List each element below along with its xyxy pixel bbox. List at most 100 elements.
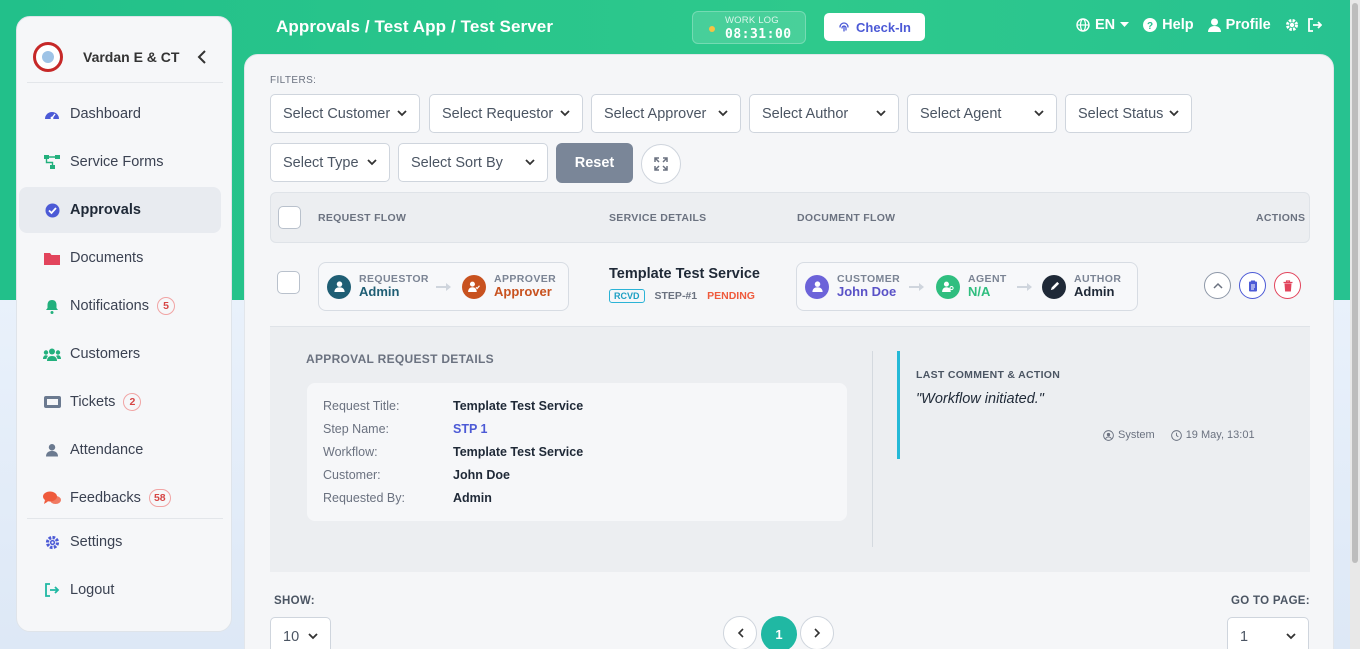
chevron-down-icon [1286, 633, 1296, 640]
sidebar-item-attendance[interactable]: Attendance [19, 427, 221, 473]
page-size-select[interactable]: 10 [270, 617, 331, 649]
gauge-icon [43, 105, 61, 123]
select-all-checkbox[interactable] [278, 206, 301, 229]
chevron-down-icon [397, 110, 407, 117]
help-label: Help [1162, 17, 1194, 33]
profile-label: Profile [1225, 17, 1271, 33]
language-selector[interactable]: EN [1076, 17, 1130, 33]
work-log-widget: WORK LOG 08:31:00 [692, 11, 806, 44]
folder-icon [43, 249, 61, 267]
sidebar: Vardan E & CT Dashboard Service Forms Appr… [16, 16, 232, 632]
sidebar-item-service-forms[interactable]: Service Forms [19, 139, 221, 185]
sidebar-item-label: Settings [70, 534, 123, 550]
sidebar-item-approvals[interactable]: Approvals [19, 187, 221, 233]
user-icon [1207, 18, 1221, 32]
logout-button[interactable] [1307, 18, 1322, 32]
page-scrollbar[interactable] [1350, 0, 1360, 649]
status-dot-icon [709, 26, 715, 32]
sidebar-item-documents[interactable]: Documents [19, 235, 221, 281]
arrow-right-icon [909, 283, 924, 291]
select-placeholder: Select Status [1078, 105, 1164, 122]
clock-icon [1170, 429, 1182, 441]
author-filter-select[interactable]: Select Author [749, 94, 899, 133]
bell-icon [43, 297, 61, 315]
goto-page-select[interactable]: 1 [1227, 617, 1309, 649]
approver-filter-select[interactable]: Select Approver [591, 94, 741, 133]
customer-filter-select[interactable]: Select Customer [270, 94, 420, 133]
chevron-left-icon [737, 628, 744, 638]
work-log-label: WORK LOG [725, 15, 779, 26]
brand-name: Vardan E & CT [83, 49, 180, 65]
globe-icon [1076, 18, 1090, 32]
customer-node: CUSTOMER John Doe [805, 273, 900, 300]
reset-button[interactable]: Reset [556, 143, 633, 183]
user-avatar-icon [805, 274, 829, 299]
collapse-sidebar-button[interactable] [197, 50, 207, 69]
delete-button[interactable] [1274, 272, 1301, 299]
sort-by-filter-select[interactable]: Select Sort By [398, 143, 548, 182]
ticket-icon [43, 393, 61, 411]
agent-value: N/A [968, 284, 991, 300]
fullscreen-button[interactable] [641, 144, 681, 184]
sidebar-item-customers[interactable]: Customers [19, 331, 221, 377]
detail-key: Requested By: [323, 491, 405, 505]
request-flow: REQUESTOR Admin APPROVER Approver [318, 262, 569, 311]
sidebar-item-notifications[interactable]: Notifications 5 [19, 283, 221, 329]
table-row: REQUESTOR Admin APPROVER Approver Templa… [270, 245, 1310, 327]
comment-author: System [1103, 429, 1155, 441]
document-flow: CUSTOMER John Doe AGENT N/A AUTHOR Admin [796, 262, 1138, 311]
step-label: STEP-#1 [654, 290, 698, 302]
details-heading: APPROVAL REQUEST DETAILS [306, 352, 494, 366]
sidebar-item-logout[interactable]: Logout [19, 567, 221, 613]
check-in-button[interactable]: Check-In [824, 13, 925, 41]
detail-key: Workflow: [323, 445, 378, 459]
profile-link[interactable]: Profile [1207, 17, 1271, 33]
detail-value: Template Test Service [453, 445, 584, 459]
agent-node: AGENT N/A [936, 273, 1007, 300]
sidebar-item-tickets[interactable]: Tickets 2 [19, 379, 221, 425]
sidebar-item-label: Notifications [70, 298, 149, 314]
details-card: Request Title: Template Test Service Step … [307, 383, 847, 521]
collapse-row-button[interactable] [1204, 272, 1231, 299]
prev-page-button[interactable] [723, 616, 757, 649]
arrow-right-icon [436, 283, 451, 291]
main-card: FILTERS: Select Customer Select Requestor… [244, 54, 1334, 649]
status-badge: PENDING [707, 290, 755, 302]
help-link[interactable]: ? Help [1143, 17, 1194, 33]
chevron-down-icon [1169, 110, 1179, 117]
current-page[interactable]: 1 [761, 616, 797, 649]
select-placeholder: Select Customer [283, 105, 391, 122]
goto-page-value: 1 [1240, 628, 1249, 645]
status-filter-select[interactable]: Select Status [1065, 94, 1192, 133]
next-page-button[interactable] [800, 616, 834, 649]
scrollbar-thumb[interactable] [1352, 3, 1358, 563]
chevron-left-icon [197, 50, 206, 64]
work-log-time: 08:31:00 [725, 27, 792, 42]
type-filter-select[interactable]: Select Type [270, 143, 390, 182]
gear-icon [43, 533, 61, 551]
detail-key: Customer: [323, 468, 381, 482]
goto-page-label: GO TO PAGE: [1231, 595, 1310, 607]
sidebar-item-feedbacks[interactable]: Feedbacks 58 [19, 475, 221, 521]
select-placeholder: Select Author [762, 105, 849, 122]
sidebar-item-dashboard[interactable]: Dashboard [19, 91, 221, 137]
sidebar-item-settings[interactable]: Settings [19, 519, 221, 565]
sitemap-icon [43, 153, 61, 171]
settings-button[interactable] [1285, 18, 1299, 32]
clipboard-icon [1248, 280, 1257, 291]
details-divider [872, 351, 873, 547]
chevron-down-icon [876, 110, 886, 117]
approver-node: APPROVER Approver [462, 273, 556, 300]
received-badge: RCVD [609, 289, 645, 303]
service-title: Template Test Service [609, 266, 760, 282]
count-badge: 5 [156, 297, 175, 315]
sidebar-divider [27, 82, 223, 83]
row-checkbox[interactable] [277, 271, 300, 294]
agent-filter-select[interactable]: Select Agent [907, 94, 1057, 133]
sidebar-item-label: Service Forms [70, 154, 164, 170]
view-document-button[interactable] [1239, 272, 1266, 299]
chevron-up-icon [1212, 282, 1223, 289]
requestor-filter-select[interactable]: Select Requestor [429, 94, 583, 133]
author-node: AUTHOR Admin [1042, 273, 1121, 300]
comments-icon [43, 489, 61, 507]
